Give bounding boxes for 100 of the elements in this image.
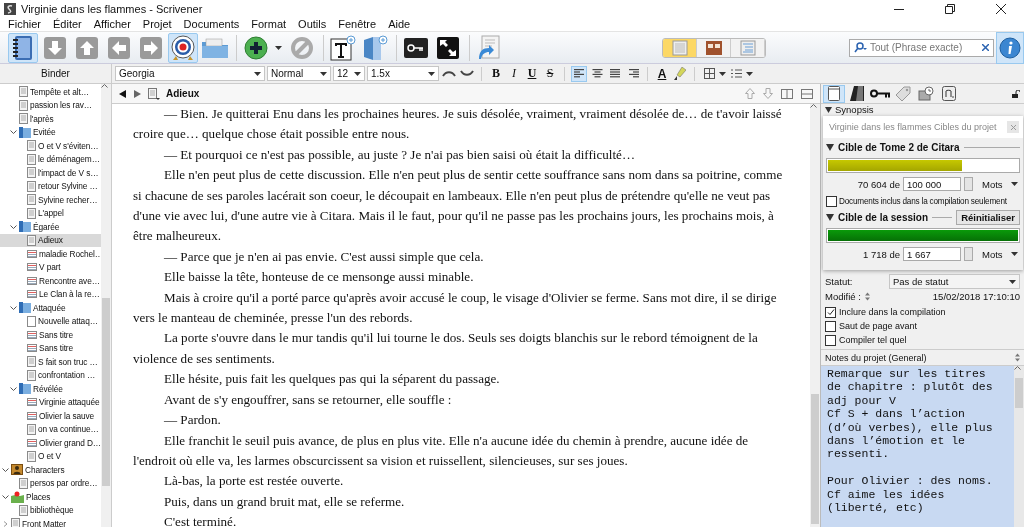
scrollbar-thumb[interactable] (811, 394, 819, 524)
menu-item[interactable]: Projet (136, 17, 178, 31)
checkbox[interactable]: Documents inclus dans la compilation seulement (826, 194, 1007, 208)
scrollbar-thumb[interactable] (1015, 378, 1023, 408)
chevron-icon[interactable] (10, 304, 17, 311)
search-field[interactable]: Tout (Phrase exacte) (849, 38, 994, 57)
binder-item[interactable]: Evitée (0, 125, 101, 139)
binder-item[interactable]: l'après (0, 112, 101, 126)
index-card-icon (27, 276, 37, 285)
binder-item[interactable]: Révélée (0, 382, 101, 396)
menu-item[interactable]: Aide (382, 17, 417, 31)
checkbox[interactable]: Compiler tel quel (825, 333, 1020, 347)
binder-item[interactable]: persos par ordre… (0, 476, 101, 490)
status-dropdown[interactable]: Pas de statut (889, 274, 1020, 289)
toolbar-button[interactable] (328, 32, 358, 63)
highlight-button[interactable] (672, 65, 688, 82)
target-field[interactable]: 100 000 (903, 177, 961, 191)
checkbox-box[interactable] (826, 195, 837, 207)
menu-item[interactable]: Afficher (87, 17, 137, 31)
checkbox-box[interactable] (825, 306, 836, 318)
menu-item[interactable]: Outils (292, 17, 333, 31)
reset-button[interactable]: Réinitialiser (956, 210, 1020, 225)
scrollbar[interactable] (1014, 366, 1024, 527)
binder-item[interactable]: l'impact de V s… (0, 166, 101, 180)
size-dropdown[interactable]: 12 (333, 66, 365, 81)
inspector-tab[interactable] (823, 84, 845, 103)
scrollbar[interactable] (101, 84, 111, 527)
menu-item[interactable]: Documents (177, 17, 246, 31)
binder-item[interactable]: le déménagem… (0, 152, 101, 166)
chevron-icon[interactable] (10, 385, 17, 392)
binder-item[interactable]: retour Sylvine … (0, 179, 101, 193)
binder-item[interactable]: Sylvine recher… (0, 193, 101, 207)
paragraph: Elle franchit le seuil puis avance, de plus en plus vite. Elle n'a aucune idée du chemin à prendre, aucune idée de l'endroit où elle va, les larmes obscurcissent sa vision et ruissellent, silencieuses, sur ses joues. (133, 431, 750, 470)
binder-item[interactable]: V part (0, 260, 101, 274)
bold-button[interactable]: B (488, 65, 504, 82)
binder-item[interactable]: Sans titre (0, 328, 101, 342)
binder-item[interactable]: Olivier la sauve (0, 409, 101, 423)
strike-button[interactable]: S (542, 65, 558, 82)
info-button[interactable] (996, 31, 1024, 64)
unit-dropdown[interactable]: Mots (976, 177, 1020, 191)
chevron-icon[interactable] (10, 129, 17, 136)
binder-item[interactable]: Le Clan à la re… (0, 287, 101, 301)
font-dropdown[interactable]: Georgia (115, 66, 265, 81)
view-mode-button[interactable] (697, 38, 731, 57)
binder-item[interactable]: Adieux (0, 233, 101, 247)
binder-item[interactable]: O et V s'éviten… (0, 139, 101, 153)
chevron-icon[interactable] (2, 466, 9, 473)
binder-item[interactable]: passion les rav… (0, 98, 101, 112)
scrollbar-thumb[interactable] (102, 298, 110, 486)
info-icon (999, 36, 1021, 59)
text-color-button[interactable]: A (654, 65, 670, 82)
menu-item[interactable]: Éditer (47, 17, 88, 31)
binder-item[interactable]: bibliothèque (0, 503, 101, 517)
menu-item[interactable]: Fenêtre (332, 17, 383, 31)
binder-item[interactable]: Characters (0, 463, 101, 477)
align-button[interactable] (571, 65, 587, 82)
scrollbar[interactable] (810, 104, 820, 527)
binder-item[interactable]: Sans titre (0, 341, 101, 355)
checkbox[interactable]: Inclure dans la compilation (825, 305, 1020, 319)
key-icon (870, 89, 890, 98)
binder-item[interactable]: O et V (0, 449, 101, 463)
binder-item[interactable]: on va continue… (0, 422, 101, 436)
binder-item[interactable]: Égarée (0, 220, 101, 234)
unit-dropdown[interactable]: Mots (976, 247, 1020, 261)
document-icon (148, 87, 160, 100)
forward-button[interactable] (133, 88, 142, 99)
split-horizontal-button[interactable] (800, 87, 814, 100)
binder-item[interactable]: Tempête et alt… (0, 85, 101, 99)
table-button[interactable] (701, 65, 717, 82)
checkbox[interactable]: Saut de page avant (825, 319, 1020, 333)
binder-item[interactable]: Places (0, 490, 101, 504)
notes-text[interactable]: Remarque sur les titres de chapitre : plutôt des adj pour V Cf S + dans l’action (d’où verbes), elle plus dans l’émotion et le ressenti. Pour Olivier : des noms. Cf aime les idées (liberté, etc) (821, 366, 1014, 527)
word-count: 1 718 de (863, 248, 900, 260)
binder-item[interactable]: Virginie attaquée (0, 395, 101, 409)
align-center-icon (591, 69, 603, 78)
chevron-icon[interactable] (10, 223, 17, 230)
italic-button[interactable]: I (506, 65, 522, 82)
outline-icon (739, 39, 756, 56)
toolbar-button[interactable] (8, 32, 38, 63)
underline-button[interactable]: U (524, 65, 540, 82)
target-field[interactable]: 1 667 (903, 247, 961, 261)
menu-item[interactable]: Format (245, 17, 293, 31)
style-dropdown[interactable]: Normal (267, 66, 331, 81)
line-spacing-dropdown[interactable]: 1.5x (367, 66, 439, 81)
binder-item[interactable]: Rencontre ave… (0, 274, 101, 288)
split-vertical-button[interactable] (780, 87, 794, 100)
binder-item[interactable]: Attaquée (0, 301, 101, 315)
binder-item[interactable]: S fait son truc … (0, 355, 101, 369)
toolbar-button[interactable] (168, 32, 198, 63)
binder-item[interactable]: confrontation … (0, 368, 101, 382)
checkbox-box[interactable] (825, 320, 836, 332)
back-button[interactable] (118, 88, 127, 99)
menu-item[interactable]: Fichier (2, 17, 47, 31)
binder-item[interactable]: Olivier grand D… (0, 436, 101, 450)
binder-item[interactable]: L'appel (0, 206, 101, 220)
binder-item[interactable]: Nouvelle attaq… (0, 314, 101, 328)
chevron-icon[interactable] (2, 493, 9, 500)
binder-item[interactable]: maladie Rochel… (0, 247, 101, 261)
binder-item[interactable]: Front Matter (0, 517, 101, 527)
checkbox-box[interactable] (825, 334, 836, 346)
